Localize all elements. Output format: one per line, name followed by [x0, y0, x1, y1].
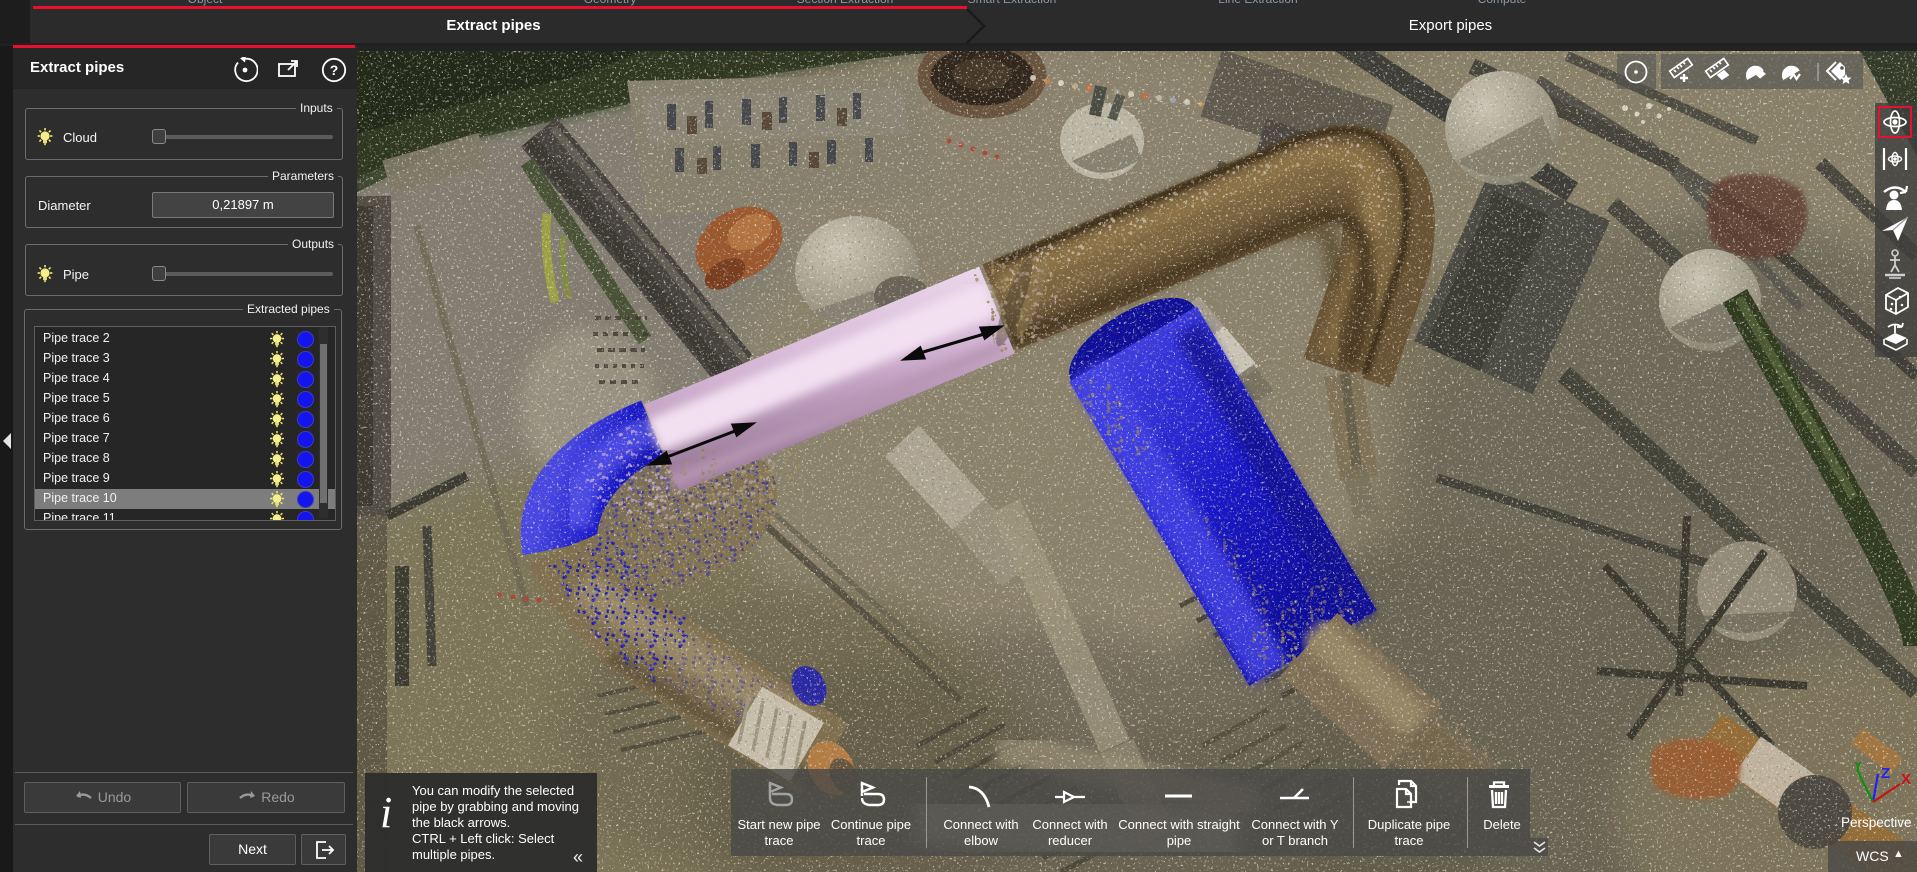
svg-text:X: X [1901, 771, 1911, 788]
svg-text:?: ? [330, 62, 339, 78]
svg-text:Y: Y [1853, 762, 1863, 774]
svg-text:Z: Z [1881, 765, 1890, 782]
